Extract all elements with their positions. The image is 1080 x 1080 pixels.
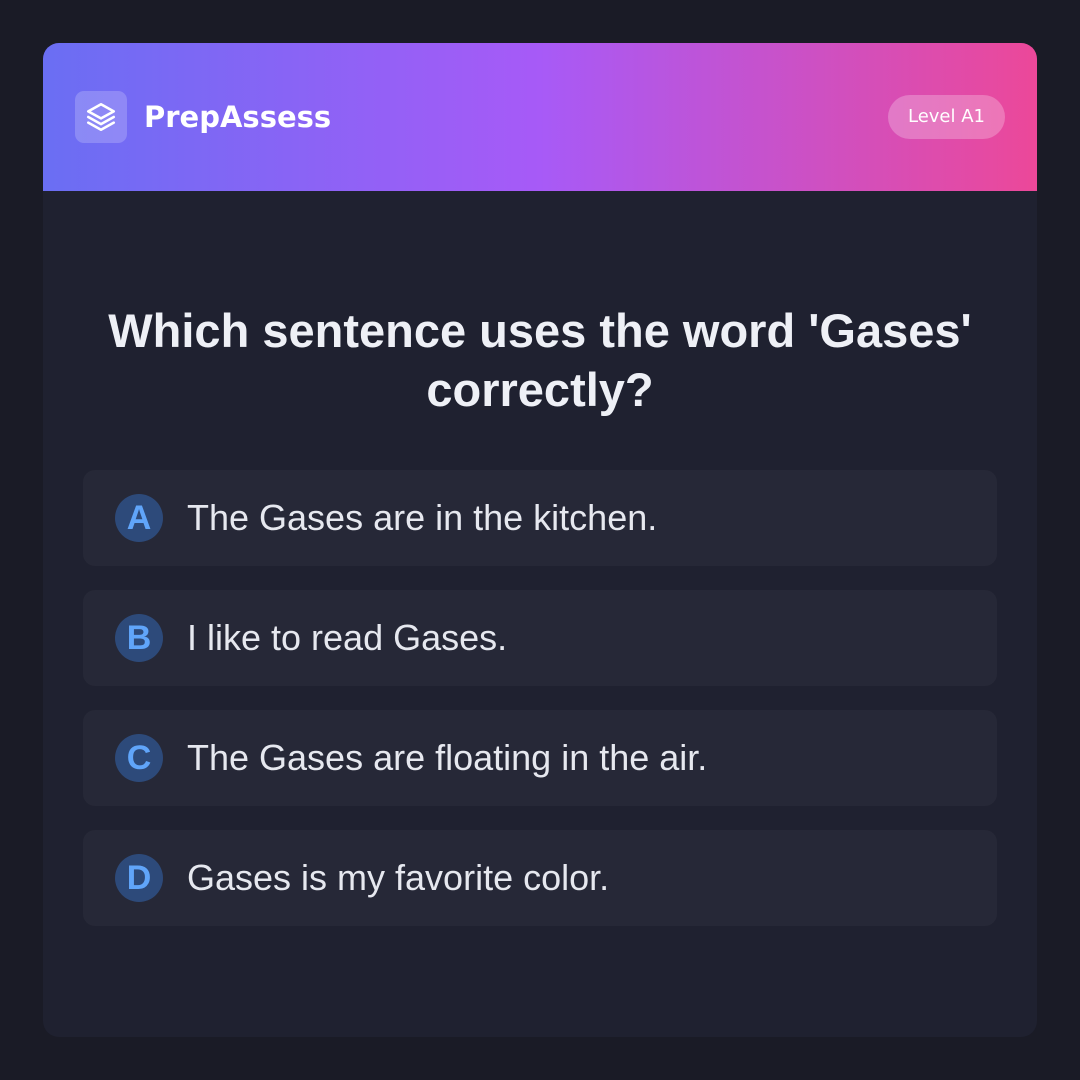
option-letter: C bbox=[115, 734, 163, 782]
option-letter: A bbox=[115, 494, 163, 542]
answer-option-b[interactable]: B I like to read Gases. bbox=[83, 590, 997, 686]
option-text: I like to read Gases. bbox=[187, 617, 508, 658]
option-text: Gases is my favorite color. bbox=[187, 857, 610, 898]
option-letter: B bbox=[115, 614, 163, 662]
quiz-header: PrepAssess Level A1 bbox=[43, 43, 1037, 191]
answer-option-a[interactable]: A The Gases are in the kitchen. bbox=[83, 470, 997, 566]
answer-options: A The Gases are in the kitchen. B I like… bbox=[83, 470, 997, 950]
option-letter: D bbox=[115, 854, 163, 902]
brand-name: PrepAssess bbox=[144, 100, 332, 134]
quiz-card: PrepAssess Level A1 Which sentence uses … bbox=[43, 43, 1037, 1037]
answer-option-d[interactable]: D Gases is my favorite color. bbox=[83, 830, 997, 926]
answer-option-c[interactable]: C The Gases are floating in the air. bbox=[83, 710, 997, 806]
layers-icon bbox=[75, 91, 127, 143]
option-text: The Gases are floating in the air. bbox=[187, 737, 708, 778]
question-text: Which sentence uses the word 'Gases' cor… bbox=[108, 304, 972, 416]
level-badge: Level A1 bbox=[887, 95, 1005, 139]
option-text: The Gases are in the kitchen. bbox=[187, 497, 658, 538]
